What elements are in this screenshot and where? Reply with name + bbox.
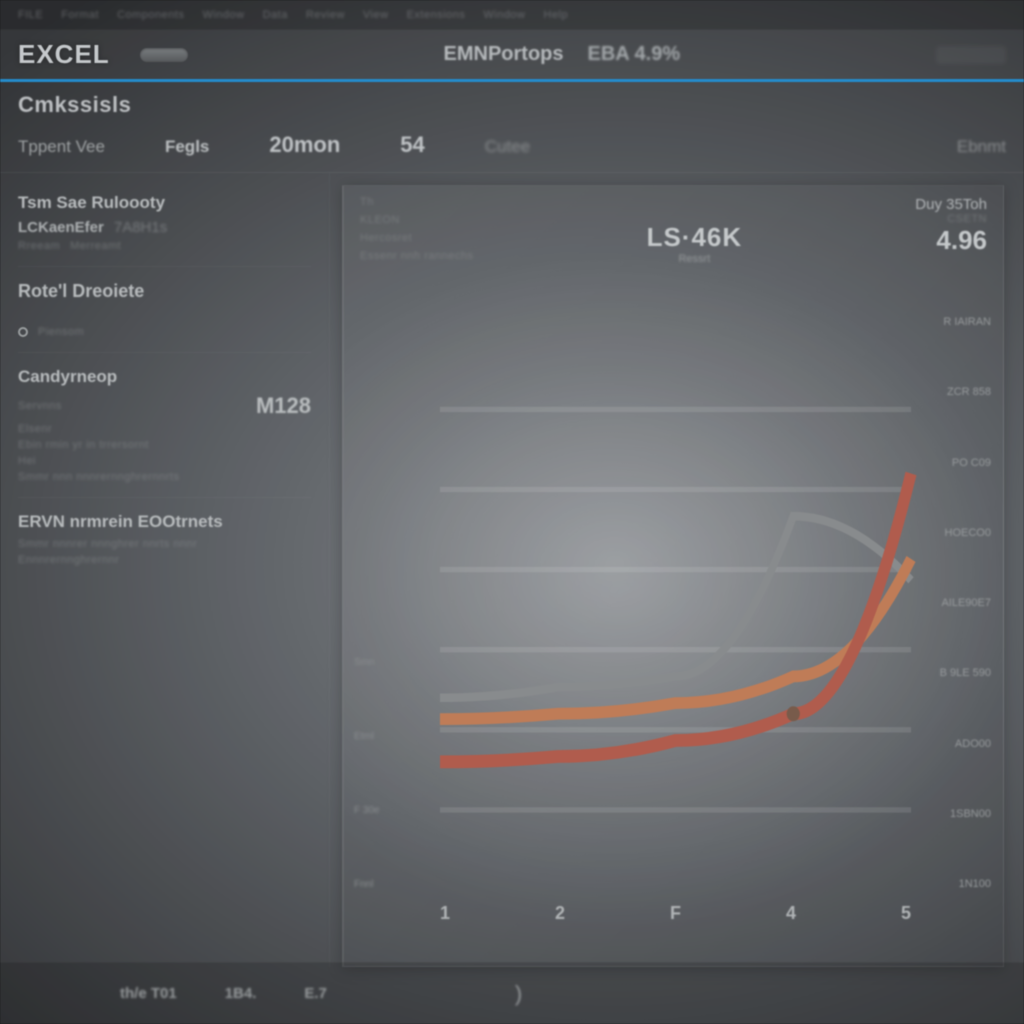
footer-item[interactable]: 1B4.: [225, 985, 257, 1002]
chart-right-label: Duy 35Toh: [915, 196, 987, 213]
side-block-1-title: Tsm Sae Ruloooty: [18, 193, 311, 213]
footer-item[interactable]: th/e T01: [120, 985, 177, 1002]
side-block-1: Tsm Sae Ruloooty LCKaenEfer 7A8H1s Rreea…: [18, 187, 311, 267]
footer-item[interactable]: E.7: [304, 985, 327, 1002]
menu-item[interactable]: Window: [202, 9, 244, 21]
tab-view[interactable]: Tppent Vee: [18, 137, 105, 157]
side-block-3: Candyrneop Servnns M128 Elsenr Ebin rmin…: [18, 361, 311, 498]
yr-tick: HOECO0: [921, 527, 991, 539]
radio-icon[interactable]: [18, 327, 28, 337]
side-block-4-title: ERVN nrmrein EOOtrnets: [18, 512, 311, 532]
tab-cutee[interactable]: Cutee: [485, 137, 530, 157]
side1-key: LCKaenEfer: [18, 219, 104, 236]
chart-plot[interactable]: [440, 356, 911, 890]
footer-paren-icon: ): [515, 981, 522, 1007]
yl-tick: Fnnl: [354, 879, 434, 890]
pt-left-0: Th: [360, 196, 473, 208]
side3-k3: Hei: [18, 455, 36, 467]
x-tick: 1: [440, 903, 450, 924]
tab-20mon[interactable]: 20mon: [269, 132, 340, 158]
yl-tick: Smn: [354, 657, 434, 668]
pt-left-2: Hercosret: [360, 232, 473, 244]
side1-mini2: Merreamt: [70, 240, 121, 252]
side-block-2-title: Rote'l Dreoiete: [18, 281, 311, 302]
subheader: Cmkssisls: [0, 82, 1024, 122]
tab-fegls[interactable]: Fegls: [165, 137, 209, 157]
side4-mini1: Smmr nnnrer nnnghrer nnrts nnnr: [18, 538, 197, 550]
brand-center-a: EMNPortops: [444, 43, 564, 66]
x-tick: 2: [555, 903, 565, 924]
brand-right-icon: [936, 46, 1006, 64]
side4-mini2: Ennnrernnghrernnr: [18, 554, 119, 566]
side-block-3-title: Candyrneop: [18, 367, 311, 387]
app-brand: EXCEL: [18, 39, 110, 70]
main: Tsm Sae Ruloooty LCKaenEfer 7A8H1s Rreea…: [0, 173, 1024, 967]
chart-svg: [440, 356, 911, 890]
menu-item[interactable]: Components: [117, 9, 184, 21]
chart-right-value: 4.96: [915, 225, 987, 256]
yr-tick: AILE90E7: [921, 597, 991, 609]
side3-mini1: Ebin rmin yr in trrersornt: [18, 439, 149, 451]
side3-k2: Elsenr: [18, 423, 52, 435]
y-axis-left: Smn Etml F 30e Fnnl: [354, 278, 434, 890]
yr-tick: R IAIRAN: [921, 316, 991, 328]
menubar: FILE Format Components Window Data Revie…: [0, 0, 1024, 30]
chart-panel: Th KLEON Hercosret Essenr nnh rannechs L…: [342, 185, 1004, 967]
chart-hero-sub: Ressrt: [647, 253, 743, 265]
brand-pill-icon: [140, 48, 188, 62]
x-axis: 1 2 F 4 5: [440, 900, 911, 926]
tab-right[interactable]: Ebnmt: [957, 137, 1006, 157]
footer-bar: th/e T01 1B4. E.7 ): [0, 962, 1024, 1024]
yr-tick: ADO00: [921, 738, 991, 750]
yr-tick: 1N100: [921, 878, 991, 890]
menu-item[interactable]: Format: [61, 9, 99, 21]
pt-right-mini: CSETN: [915, 213, 987, 225]
brand-bar: EXCEL EMNPortops EBA 4.9%: [0, 30, 1024, 82]
x-tick: 4: [786, 903, 796, 924]
menu-item[interactable]: Review: [306, 9, 345, 21]
side1-val: 7A8H1s: [114, 219, 167, 236]
tab-54[interactable]: 54: [400, 132, 424, 158]
side1-mini1: Rreeam: [18, 240, 60, 252]
chart-hero-value: LS·46K: [647, 222, 743, 253]
pt-left-3: Essenr nnh rannechs: [360, 250, 473, 262]
brand-center-b: EBA 4.9%: [588, 43, 681, 66]
side3-k1: Servnns: [18, 400, 62, 412]
x-tick: 5: [901, 903, 911, 924]
yl-tick: F 30e: [354, 805, 434, 816]
yl-tick: Etml: [354, 731, 434, 742]
yr-tick: B 9LE 590: [921, 667, 991, 679]
chart-panel-wrap: Th KLEON Hercosret Essenr nnh rannechs L…: [330, 173, 1024, 967]
menu-item[interactable]: FILE: [18, 9, 43, 21]
side3-mini2: Smmr nnn nnnrernnghrernnrts: [18, 471, 179, 483]
yr-tick: PO C09: [921, 457, 991, 469]
y-axis-right: R IAIRAN ZCR 858 PO C09 HOECO0 AILE90E7 …: [921, 316, 991, 890]
tab-row: Tppent Vee Fegls 20mon 54 Cutee Ebnmt: [0, 122, 1024, 173]
page-title: Cmkssisls: [18, 92, 1006, 118]
menu-item[interactable]: Window: [483, 9, 525, 21]
menu-item[interactable]: View: [363, 9, 389, 21]
pt-left-1: KLEON: [360, 214, 473, 226]
side-block-4: ERVN nrmrein EOOtrnets Smmr nnnrer nnngh…: [18, 506, 311, 580]
side3-big: M128: [256, 393, 311, 419]
yr-tick: ZCR 858: [921, 386, 991, 398]
menu-item[interactable]: Data: [263, 9, 288, 21]
peak-dot-icon: [787, 706, 800, 721]
side2-mini: Piensom: [38, 326, 84, 338]
menu-item[interactable]: Extensions: [407, 9, 466, 21]
x-tick: F: [670, 903, 681, 924]
menu-item[interactable]: Help: [544, 9, 569, 21]
yr-tick: 1SBN00: [921, 808, 991, 820]
sidebar: Tsm Sae Ruloooty LCKaenEfer 7A8H1s Rreea…: [0, 173, 330, 967]
side-block-2: Rote'l Dreoiete Piensom: [18, 275, 311, 353]
